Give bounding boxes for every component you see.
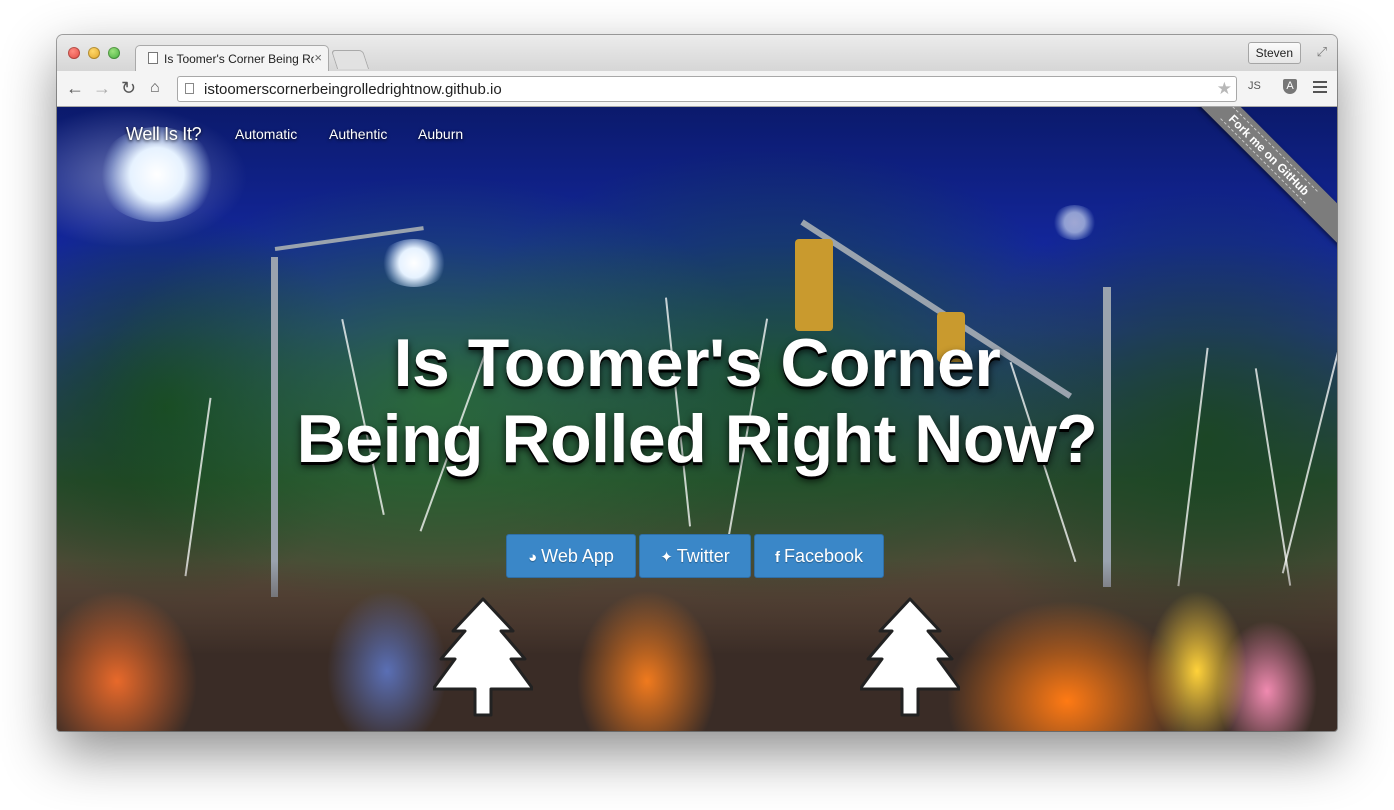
back-icon[interactable]: ← (66, 78, 84, 98)
hero-heading: Is Toomer's Corner Being Rolled Right No… (57, 325, 1337, 477)
minimize-window-button[interactable] (88, 47, 100, 59)
street-lamp-glow (1052, 205, 1097, 240)
hero-heading-line1: Is Toomer's Corner (393, 325, 1001, 401)
chrome-menu-icon[interactable] (1313, 81, 1327, 96)
zoom-window-button[interactable] (108, 47, 120, 59)
nav-link-automatic[interactable]: Automatic (235, 126, 297, 142)
js-extension-icon[interactable]: JS (1248, 80, 1261, 92)
facebook-icon: f (774, 549, 780, 566)
url-text: istoomerscornerbeingrolledrightnow.githu… (204, 81, 502, 98)
fork-me-ribbon[interactable]: Fork me on GitHub (1174, 107, 1337, 250)
home-icon[interactable]: ⌂ (150, 78, 160, 98)
oak-tree-icon (433, 597, 533, 717)
web-app-label: Web App (541, 546, 614, 566)
twitter-label: Twitter (676, 546, 730, 566)
nav-link-auburn[interactable]: Auburn (418, 126, 463, 142)
nav-link-authentic[interactable]: Authentic (329, 126, 387, 142)
bookmark-star-icon[interactable]: ★ (1217, 79, 1232, 99)
tab-close-icon[interactable]: × (314, 50, 322, 65)
page-icon (185, 83, 194, 94)
web-app-button[interactable]: ◕ Web App (506, 534, 636, 578)
oak-tree-icon (860, 597, 960, 717)
globe-icon: ◕ (528, 549, 538, 566)
facebook-button[interactable]: f Facebook (754, 534, 884, 578)
angular-extension-icon[interactable]: A (1283, 79, 1297, 94)
reload-icon[interactable]: ↻ (121, 78, 136, 98)
browser-toolbar: ← → ↻ ⌂ istoomerscornerbeingrolledrightn… (57, 71, 1337, 107)
forward-icon[interactable]: → (93, 78, 111, 98)
page-icon (148, 52, 158, 64)
page-content: Well Is It? Automatic Authentic Auburn F… (57, 107, 1337, 731)
crowd-photo (57, 561, 1337, 731)
street-lamp-glow (379, 239, 449, 287)
address-bar[interactable]: istoomerscornerbeingrolledrightnow.githu… (177, 76, 1237, 102)
title-bar: Is Toomer's Corner Being Rolled Right No… (57, 35, 1337, 71)
twitter-icon: ✦ (660, 549, 673, 566)
brand-link[interactable]: Well Is It? (126, 124, 202, 145)
browser-window: Is Toomer's Corner Being Rolled Right No… (57, 35, 1337, 731)
twitter-button[interactable]: ✦ Twitter (639, 534, 751, 578)
browser-tab[interactable]: Is Toomer's Corner Being Rolled Right No… (135, 45, 329, 71)
new-tab-button[interactable] (330, 50, 370, 69)
hero-heading-line2: Being Rolled Right Now? (296, 401, 1098, 477)
fullscreen-icon[interactable]: ⤢ (1317, 44, 1327, 60)
ribbon-label: Fork me on GitHub (1220, 107, 1318, 204)
close-window-button[interactable] (68, 47, 80, 59)
traffic-light (795, 239, 833, 331)
tab-title: Is Toomer's Corner Being Rolled Right No… (164, 52, 314, 66)
facebook-label: Facebook (783, 546, 864, 566)
profile-button[interactable]: Steven (1247, 42, 1301, 64)
